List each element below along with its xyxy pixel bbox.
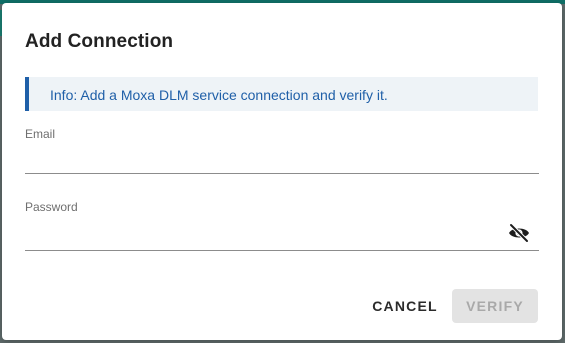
email-field[interactable]: [25, 146, 539, 174]
eye-off-icon[interactable]: [507, 223, 531, 243]
dialog-title: Add Connection: [25, 31, 174, 52]
email-field-group: Email: [25, 127, 539, 174]
info-banner-text: Info: Add a Moxa DLM service connection …: [50, 87, 388, 103]
password-label: Password: [25, 200, 78, 214]
email-label: Email: [25, 127, 56, 141]
password-field[interactable]: [25, 223, 539, 251]
password-field-group: Password: [25, 200, 539, 251]
info-banner: Info: Add a Moxa DLM service connection …: [25, 77, 538, 111]
verify-button[interactable]: VERIFY: [452, 289, 538, 323]
cancel-button[interactable]: CANCEL: [364, 289, 446, 323]
add-connection-dialog: Add Connection Info: Add a Moxa DLM serv…: [2, 3, 562, 340]
